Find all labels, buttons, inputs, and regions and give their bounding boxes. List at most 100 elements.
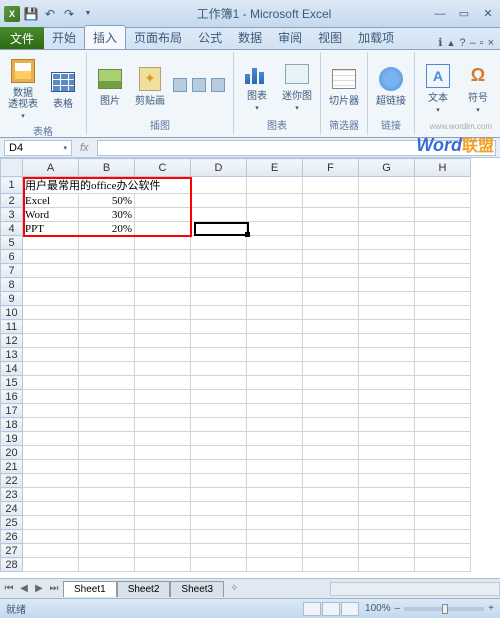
cell[interactable] [359,362,415,376]
cell[interactable] [23,418,79,432]
cell[interactable] [247,348,303,362]
cell[interactable] [247,208,303,222]
cell[interactable] [303,292,359,306]
cell[interactable] [191,208,247,222]
cell[interactable] [79,292,135,306]
tab-data[interactable]: 数据 [230,26,270,49]
row-header[interactable]: 11 [1,320,23,334]
cell[interactable] [191,177,247,194]
cell[interactable] [79,544,135,558]
row-header[interactable]: 12 [1,334,23,348]
cell[interactable] [79,488,135,502]
cell[interactable] [359,208,415,222]
cell[interactable] [415,306,471,320]
cell[interactable] [247,236,303,250]
cell[interactable] [247,222,303,236]
cell[interactable] [415,474,471,488]
cell[interactable] [247,488,303,502]
row-header[interactable]: 20 [1,446,23,460]
col-header[interactable]: B [79,159,135,177]
sheet-first-icon[interactable]: ⏮ [2,583,16,594]
cell[interactable] [303,278,359,292]
cell[interactable] [23,334,79,348]
row-header[interactable]: 8 [1,278,23,292]
cell[interactable] [23,362,79,376]
cell[interactable] [79,390,135,404]
cell[interactable] [135,530,191,544]
cell[interactable] [135,236,191,250]
col-header[interactable]: G [359,159,415,177]
cell[interactable] [303,558,359,572]
tab-file[interactable]: 文件 [0,27,44,49]
cell[interactable] [303,446,359,460]
cell[interactable] [359,348,415,362]
cell[interactable] [303,194,359,208]
cell[interactable] [191,236,247,250]
cell[interactable] [23,404,79,418]
zoom-slider[interactable] [404,607,484,611]
cell[interactable] [359,334,415,348]
save-icon[interactable]: 💾 [23,6,39,22]
cell[interactable] [359,264,415,278]
row-header[interactable]: 28 [1,558,23,572]
cell[interactable] [135,362,191,376]
min-ribbon-icon[interactable]: ▲ [446,38,455,48]
cell[interactable] [359,432,415,446]
cell[interactable] [247,306,303,320]
cell[interactable] [415,334,471,348]
cell[interactable] [247,446,303,460]
cell[interactable] [359,320,415,334]
cell[interactable] [303,432,359,446]
cell[interactable] [23,502,79,516]
cell[interactable] [191,320,247,334]
cell[interactable] [303,208,359,222]
minimize-button[interactable]: — [428,5,452,23]
cell[interactable] [191,474,247,488]
cell[interactable] [191,446,247,460]
clipart-button[interactable]: 剪贴画 [131,62,169,109]
cell[interactable] [23,306,79,320]
row-header[interactable]: 17 [1,404,23,418]
cell[interactable] [191,376,247,390]
smartart-icon[interactable] [192,78,206,92]
doc-close-icon[interactable]: × [488,37,494,49]
cell[interactable] [191,460,247,474]
maximize-button[interactable]: ▭ [452,5,476,23]
cell[interactable] [303,460,359,474]
cell[interactable] [415,516,471,530]
cell[interactable] [79,278,135,292]
cell[interactable] [23,236,79,250]
spreadsheet-grid[interactable]: ABCDEFGH1用户最常用的office办公软件2Excel50%3Word3… [0,158,500,578]
cell[interactable] [247,502,303,516]
zoom-in-icon[interactable]: + [488,603,494,614]
cell[interactable] [415,404,471,418]
cell[interactable] [135,418,191,432]
h-scrollbar[interactable] [330,582,500,596]
cell[interactable] [191,558,247,572]
cell[interactable] [23,376,79,390]
name-box[interactable]: D4 ▾ [4,140,72,156]
cell[interactable] [359,446,415,460]
cell[interactable]: PPT [23,222,79,236]
select-all[interactable] [1,159,23,177]
tab-view[interactable]: 视图 [310,26,350,49]
view-layout-icon[interactable] [322,602,340,616]
col-header[interactable]: C [135,159,191,177]
cell[interactable] [191,488,247,502]
cell[interactable] [79,376,135,390]
cell[interactable] [303,474,359,488]
chart-button[interactable]: 图表▾ [238,57,276,114]
row-header[interactable]: 6 [1,250,23,264]
cell[interactable]: 30% [79,208,135,222]
cell[interactable] [359,502,415,516]
cell[interactable] [23,348,79,362]
cell[interactable] [191,404,247,418]
cell[interactable] [415,460,471,474]
cell[interactable] [247,530,303,544]
cell[interactable] [23,474,79,488]
close-button[interactable]: ✕ [476,5,500,23]
doc-max-icon[interactable]: ▫ [480,37,484,49]
cell[interactable] [79,446,135,460]
cell[interactable] [135,222,191,236]
cell[interactable] [79,306,135,320]
